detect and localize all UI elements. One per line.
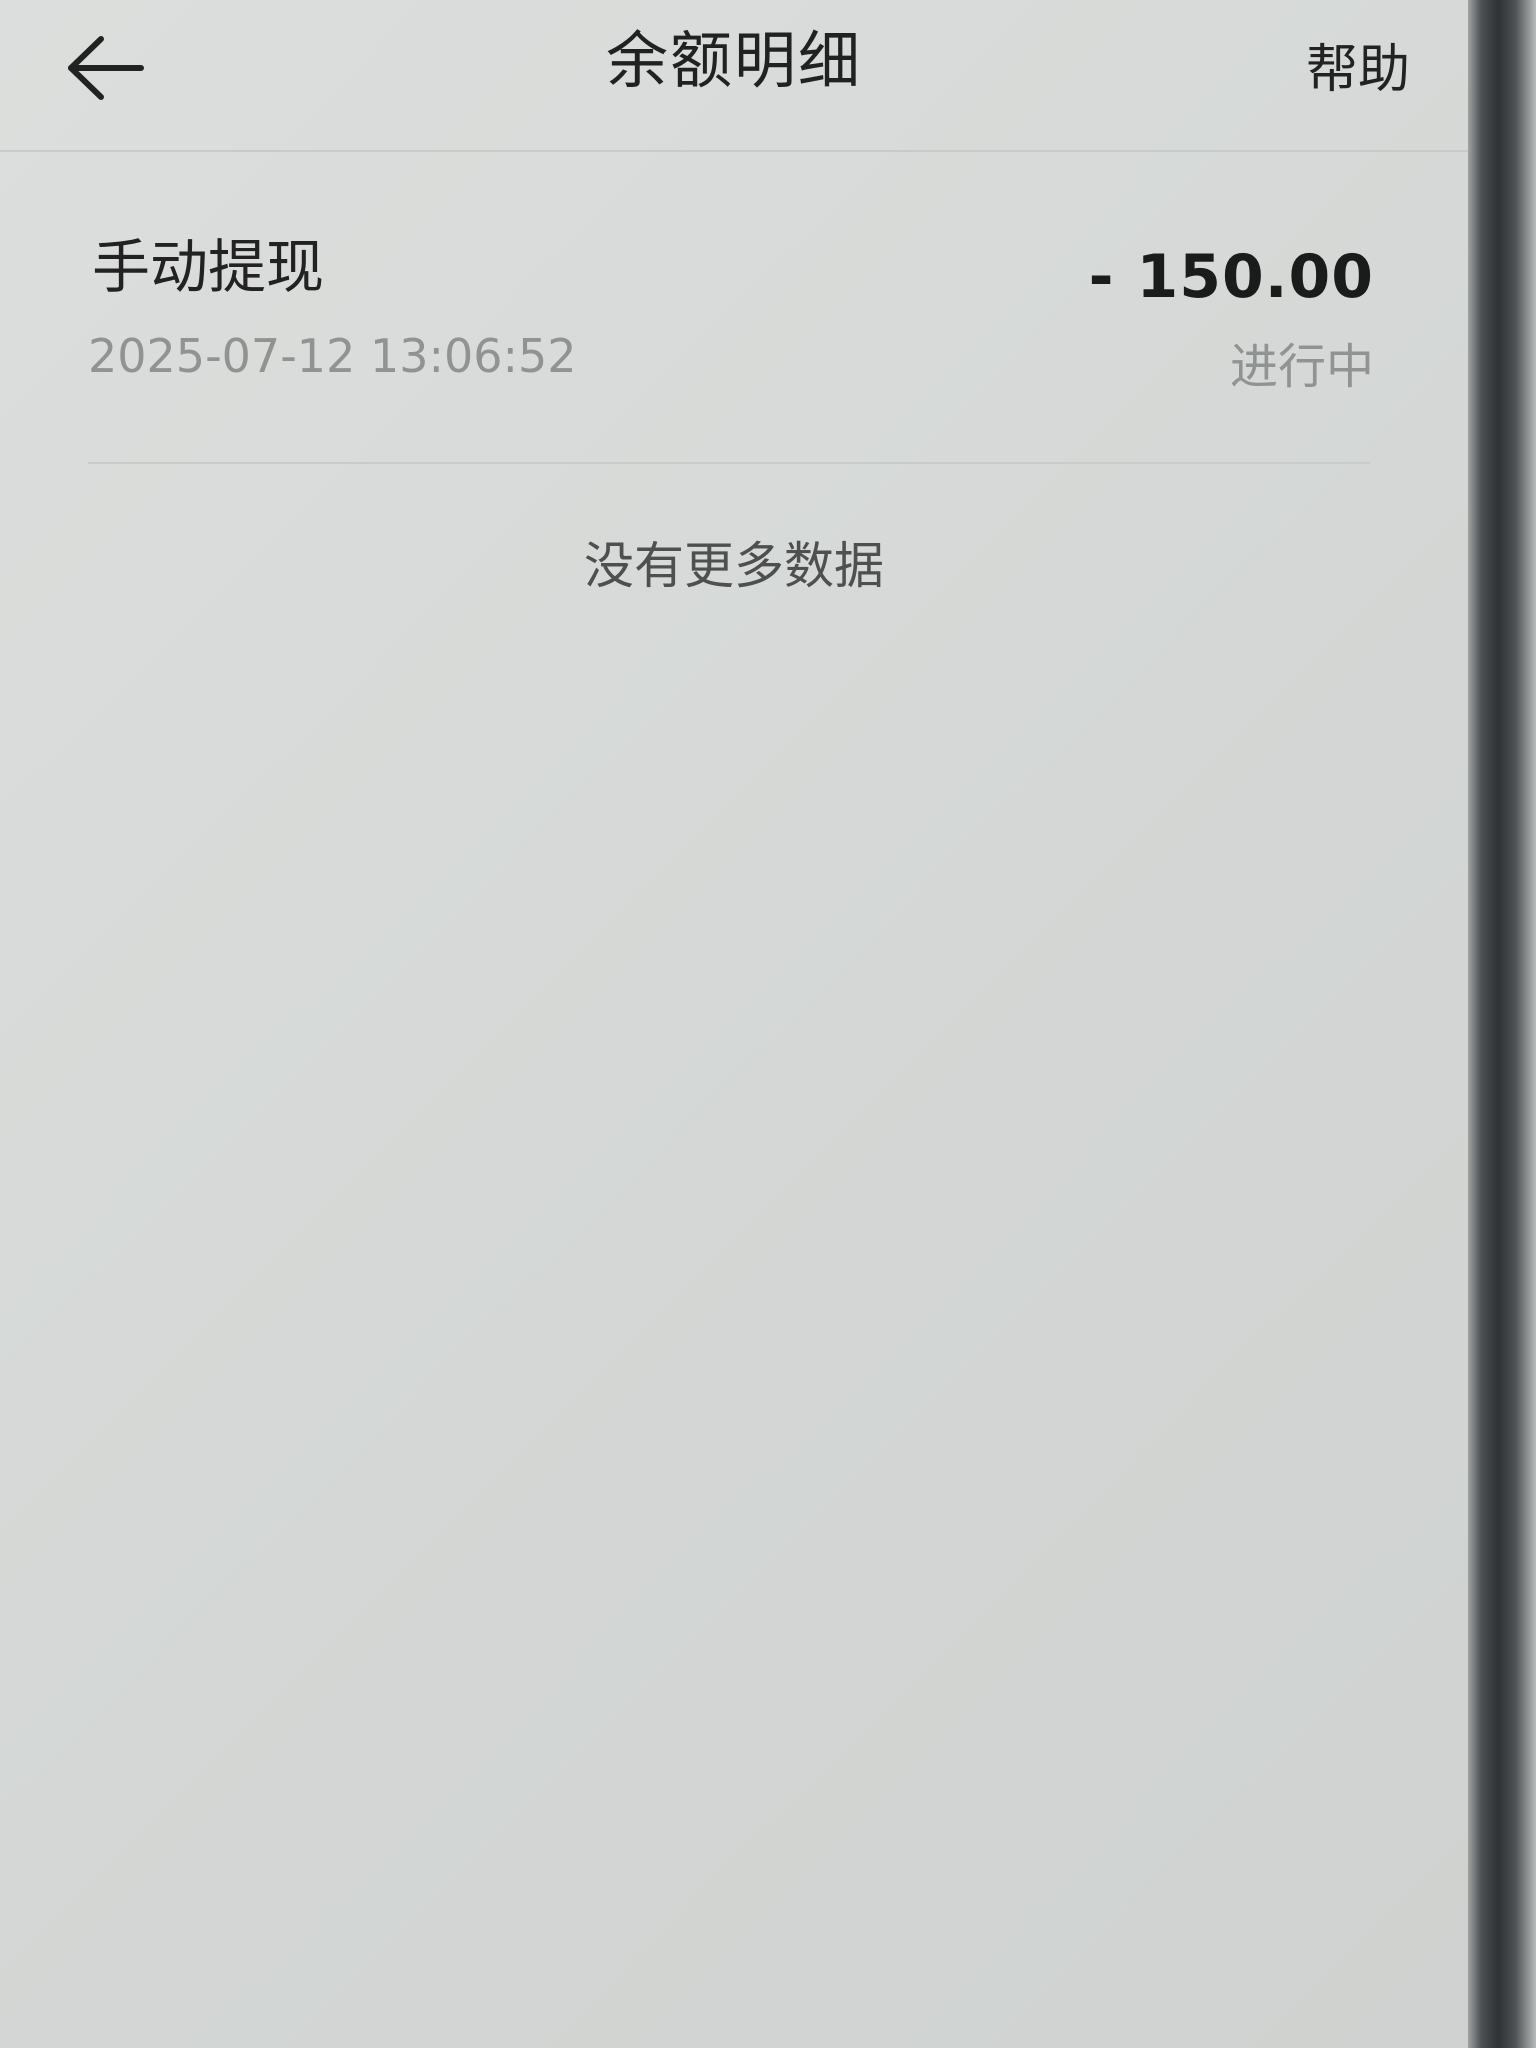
transaction-list-item[interactable]: 手动提现 2025-07-12 13:06:52 - 150.00 进行中 — [0, 215, 1468, 465]
transaction-amount: - 150.00 — [1088, 242, 1374, 312]
photo-frame: 余额明细 帮助 手动提现 2025-07-12 13:06:52 - 150.0… — [0, 0, 1536, 2048]
page-title: 余额明细 — [605, 24, 862, 97]
list-divider — [88, 462, 1370, 464]
transaction-time: 2025-07-12 13:06:52 — [88, 329, 577, 383]
help-button[interactable]: 帮助 — [1306, 34, 1410, 106]
list-end-message: 没有更多数据 — [584, 537, 884, 595]
transaction-title: 手动提现 — [92, 233, 325, 301]
top-navigation-bar: 余额明细 帮助 — [0, 0, 1468, 152]
balance-detail-screen: 余额明细 帮助 手动提现 2025-07-12 13:06:52 - 150.0… — [0, 0, 1468, 2048]
phone-bezel — [1468, 0, 1536, 2048]
transaction-status: 进行中 — [1229, 339, 1374, 395]
